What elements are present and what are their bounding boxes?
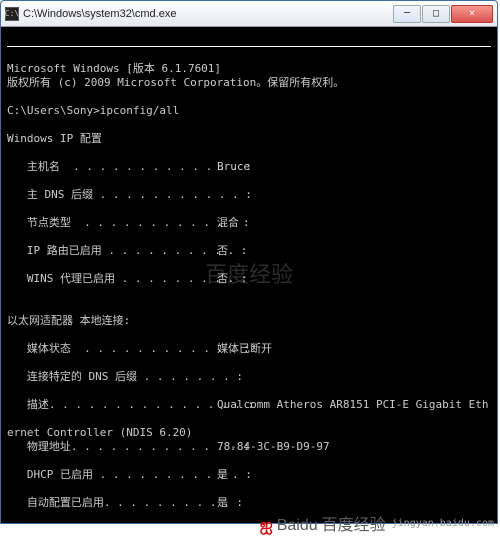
titlebar[interactable]: C:\ C:\Windows\system32\cmd.exe ─ □ × — [1, 1, 497, 27]
cmd-window: C:\ C:\Windows\system32\cmd.exe ─ □ × Mi… — [0, 0, 498, 524]
minimize-button[interactable]: ─ — [393, 5, 421, 23]
section-ipconfig: Windows IP 配置 — [7, 132, 102, 145]
eth-desc-row: 描述. . . . . . . . . . . . . . . : Qualco… — [7, 398, 491, 412]
hostname-row: 主机名 . . . . . . . . . . . . . : Bruce — [7, 160, 491, 174]
app-icon: C:\ — [5, 7, 19, 21]
baidu-logo-icon: ஐ — [260, 516, 273, 536]
node-type-row: 节点类型 . . . . . . . . . . . . : 混合 — [7, 216, 491, 230]
brand-url: jingyan.baidu.com — [392, 518, 494, 529]
ethernet-title: 以太网适配器 本地连接: — [7, 314, 130, 327]
brand-name: Baidu — [277, 517, 318, 535]
eth-dns-row: 连接特定的 DNS 后缀 . . . . . . . : — [7, 370, 491, 384]
eth-dhcp-row: DHCP 已启用 . . . . . . . . . . . : 是 — [7, 468, 491, 482]
maximize-button[interactable]: □ — [422, 5, 450, 23]
ip-routing-row: IP 路由已启用 . . . . . . . . . . : 否 — [7, 244, 491, 258]
terminal-output[interactable]: Microsoft Windows [版本 6.1.7601] 版权所有 (c)… — [1, 27, 497, 523]
close-button[interactable]: × — [451, 5, 493, 23]
window-title: C:\Windows\system32\cmd.exe — [23, 8, 393, 20]
eth-mac-row: 物理地址. . . . . . . . . . . . . : 78-84-3C… — [7, 440, 491, 454]
window-buttons: ─ □ × — [393, 5, 493, 23]
brand-sub: 百度经验 — [322, 511, 386, 535]
header-line: Microsoft Windows [版本 6.1.7601] — [7, 62, 221, 75]
brand-footer: ஐ Baidu 百度经验 jingyan.baidu.com — [260, 511, 494, 536]
dns-suffix-row: 主 DNS 后缀 . . . . . . . . . . . : — [7, 188, 491, 202]
eth-auto-row: 自动配置已启用. . . . . . . . . . : 是 — [7, 496, 491, 510]
wins-proxy-row: WINS 代理已启用 . . . . . . . . . : 否 — [7, 272, 491, 286]
media-state-row: 媒体状态 . . . . . . . . . . . . : 媒体已断开 — [7, 342, 491, 356]
eth-desc2: ernet Controller (NDIS 6.20) — [7, 426, 192, 439]
copyright-line: 版权所有 (c) 2009 Microsoft Corporation。保留所有… — [7, 76, 344, 89]
command-prompt: C:\Users\Sony>ipconfig/all — [7, 104, 179, 117]
